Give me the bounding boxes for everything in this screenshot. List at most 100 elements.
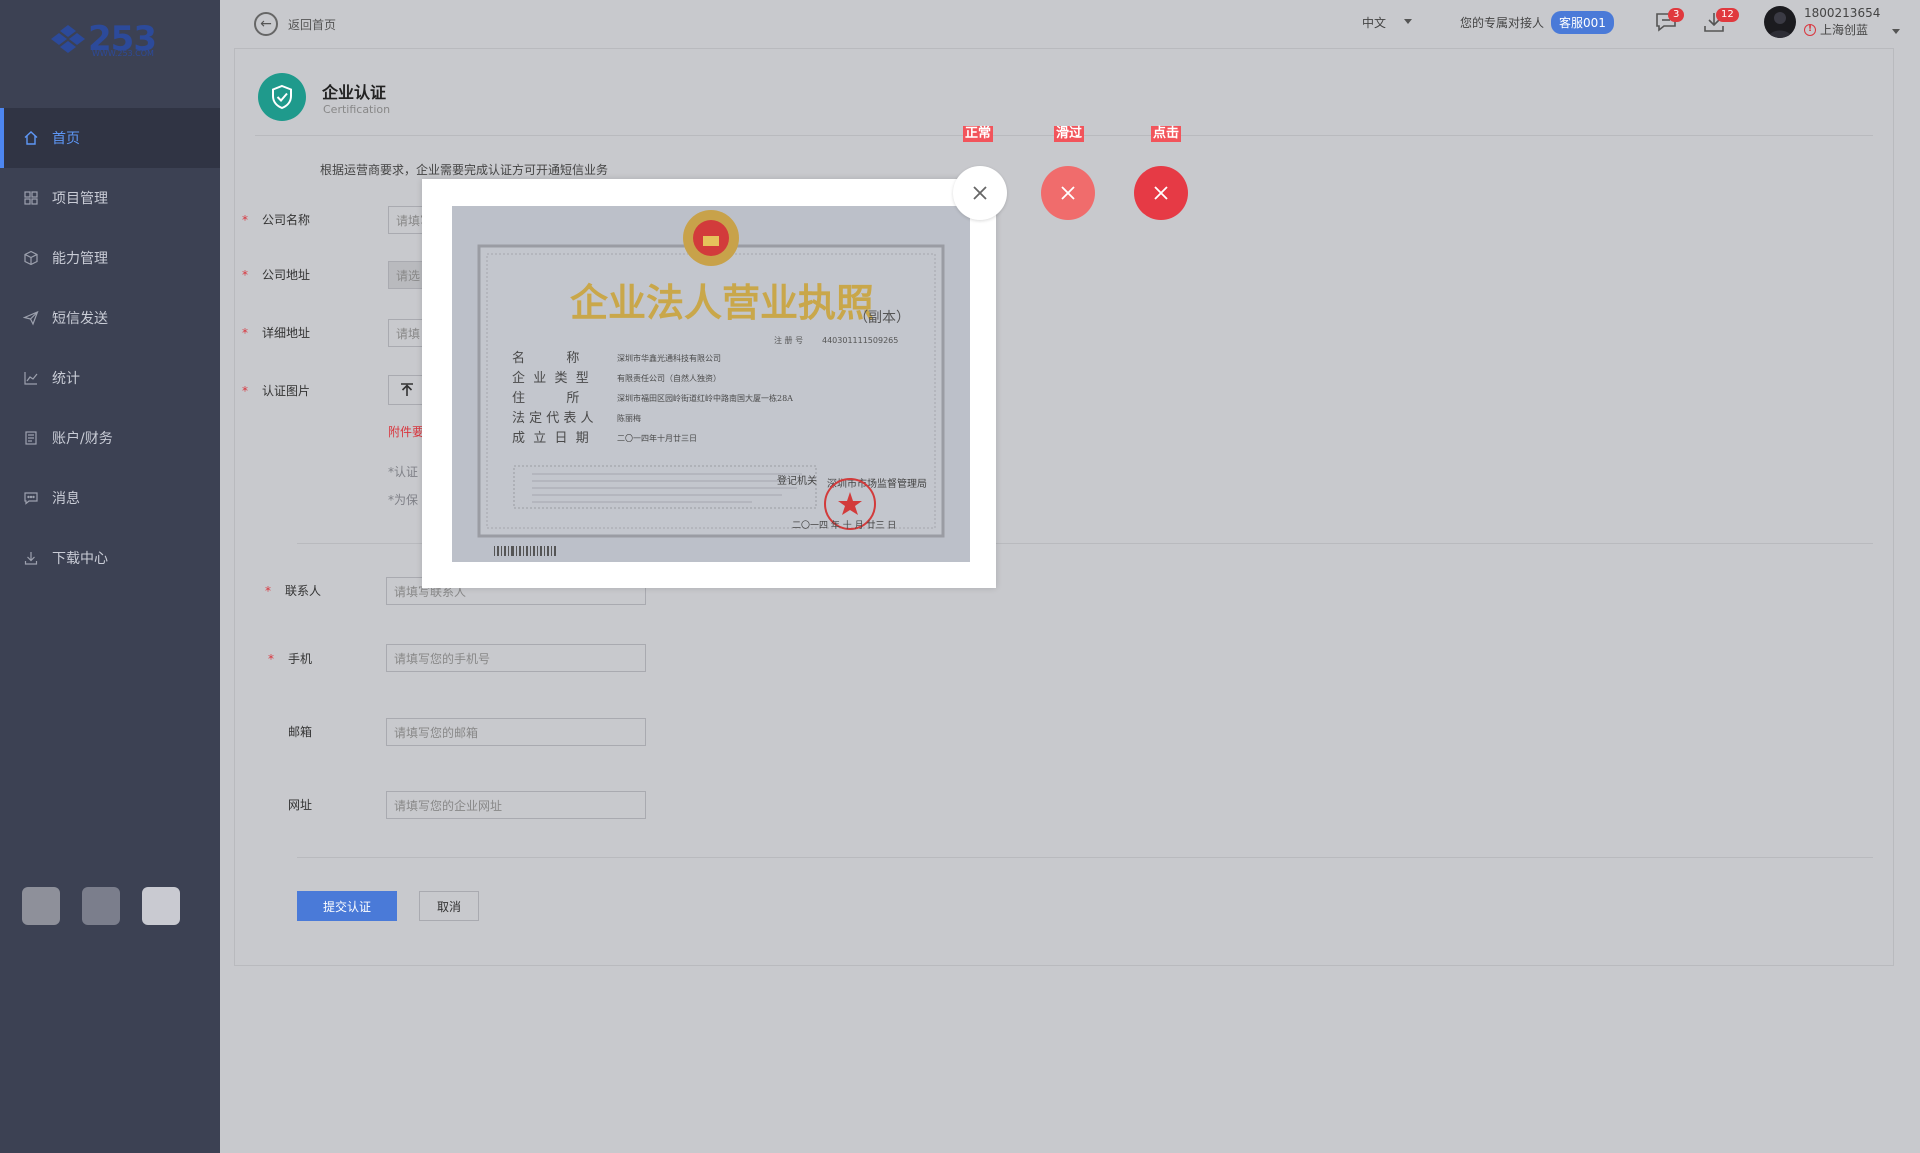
sidebar-item-download-center[interactable]: 下载中心 [0,528,220,588]
sidebar-item-label: 项目管理 [52,191,108,207]
document-icon [22,429,40,447]
close-icon [973,186,987,200]
chat-icon [22,489,40,507]
upload-icon [401,383,413,396]
hint-text: *为保 [388,493,419,507]
license-row-value: 有限责任公司（自然人独资） [617,373,721,383]
license-title: 企业法人营业执照 [570,280,874,325]
website-input[interactable]: 请填写您的企业网址 [386,791,646,819]
sidebar-item-messages[interactable]: 消息 [0,468,220,528]
license-reg-label: 注 册 号 [774,335,803,345]
sidebar-item-label: 统计 [52,371,80,387]
shield-check-icon [258,73,306,121]
sidebar-item-label: 首页 [52,131,80,147]
upload-button[interactable] [388,375,426,405]
contact-person-label: * 联系人 [264,584,321,598]
back-label: 返回首页 [288,17,337,32]
download-count-badge: 12 [1716,8,1739,22]
sidebar-item-home[interactable]: 首页 [0,108,220,168]
sidebar-item-statistics[interactable]: 统计 [0,348,220,408]
certification-notice: 根据运营商要求，企业需要完成认证方可开通短信业务 [320,163,609,177]
arrow-left-icon: ← [254,12,278,36]
theme-swatch-1[interactable] [22,887,60,925]
close-state-label-hover: 滑过 [1054,126,1085,142]
user-org-name: 上海创蓝 [1820,23,1869,37]
image-preview-modal: 企业法人营业执照 （副本） 注 册 号 440301111509265 名 称 … [422,179,996,588]
download-icon [22,549,40,567]
caret-down-icon[interactable] [1892,29,1900,34]
cancel-button[interactable]: 取消 [419,891,479,921]
chart-icon [22,369,40,387]
attachment-requirement: 附件要 [388,425,425,439]
page-title: 企业认证 [322,83,387,102]
license-row-label: 企 业 类 型 [512,370,589,386]
email-input[interactable]: 请填写您的邮箱 [386,718,646,746]
company-name-label: * 公司名称 [241,213,310,227]
phone-label: * 手机 [267,652,312,666]
license-row-label: 法 定 代 表 人 [512,411,594,426]
logo-subtext: WWW.253.COM [92,49,154,58]
grid-icon [22,189,40,207]
license-row-label: 成 立 日 期 [512,431,589,446]
divider [297,857,1873,858]
page-subtitle: Certification [323,103,391,116]
submit-certification-button[interactable]: 提交认证 [297,891,397,921]
back-to-home-link[interactable]: ← 返回首页 [254,12,336,36]
cert-image-label: * 认证图片 [241,384,310,398]
license-row-value: 深圳市华鑫光通科技有限公司 [617,353,721,363]
theme-swatches [22,887,180,925]
send-icon [22,309,40,327]
topbar: ← 返回首页 中文 您的专属对接人 客服001 3 12 1800213654 … [220,0,1920,46]
sidebar-item-label: 下载中心 [52,551,108,567]
sidebar: 253 WWW.253.COM 首页 项目管理 能力管理 短信发送 统计 账户/… [0,0,220,1153]
language-select[interactable]: 中文 [1362,14,1386,31]
website-label: 网址 [287,798,312,812]
cube-icon [22,249,40,267]
caret-down-icon[interactable] [1404,19,1412,24]
contact-name-badge[interactable]: 客服001 [1551,11,1614,34]
sidebar-item-label: 消息 [52,491,80,507]
license-authority: 深圳市市场监督管理局 [827,477,927,490]
license-row-value: 深圳市福田区园岭街道红岭中路南国大厦一栋28A [617,393,793,403]
sidebar-item-label: 短信发送 [52,311,108,327]
close-state-label-normal: 正常 [963,126,994,142]
close-icon [1061,186,1075,200]
license-row-value: 二〇一四年十月廿三日 [617,433,697,443]
home-icon [22,129,40,147]
sidebar-item-projects[interactable]: 项目管理 [0,168,220,228]
sidebar-item-label: 能力管理 [52,251,108,267]
license-issue-date: 二〇一四 年 十 月 廿三 日 [792,519,896,531]
theme-swatch-3[interactable] [142,887,180,925]
license-reg-no: 440301111509265 [822,336,898,345]
detail-address-label: * 详细地址 [241,326,310,340]
logo-mark-icon [51,25,85,53]
modal-close-button-hover[interactable] [1041,166,1095,220]
hint-text: *认证 [388,465,419,479]
contact-label: 您的专属对接人 [1460,16,1545,30]
message-count-badge: 3 [1668,8,1685,22]
sidebar-item-label: 账户/财务 [52,431,113,447]
company-address-label: * 公司地址 [241,268,310,282]
license-copy-mark: （副本） [854,310,910,326]
email-label: 邮箱 [287,725,312,739]
license-row-label: 住 所 [512,391,579,406]
logo[interactable]: 253 WWW.253.COM [50,20,162,60]
sidebar-item-sms-send[interactable]: 短信发送 [0,288,220,348]
modal-close-button-pressed[interactable] [1134,166,1188,220]
license-row-value: 陈丽梅 [617,413,641,423]
phone-input[interactable]: 请填写您的手机号 [386,644,646,672]
sidebar-nav: 首页 项目管理 能力管理 短信发送 统计 账户/财务 消息 下载中心 [0,108,220,588]
close-icon [1154,186,1168,200]
modal-close-button[interactable] [953,166,1007,220]
user-org: ! 上海创蓝 [1804,21,1868,38]
user-phone: 1800213654 [1804,6,1881,20]
license-authority-label: 登记机关 [777,474,817,487]
warning-icon: ! [1804,23,1816,36]
license-row-label: 名 称 [512,350,579,366]
close-state-label-pressed: 点击 [1151,126,1182,142]
business-license-image: 企业法人营业执照 （副本） 注 册 号 440301111509265 名 称 … [452,206,970,562]
sidebar-item-account-finance[interactable]: 账户/财务 [0,408,220,468]
sidebar-item-capability[interactable]: 能力管理 [0,228,220,288]
theme-swatch-2[interactable] [82,887,120,925]
user-avatar[interactable] [1764,6,1796,38]
